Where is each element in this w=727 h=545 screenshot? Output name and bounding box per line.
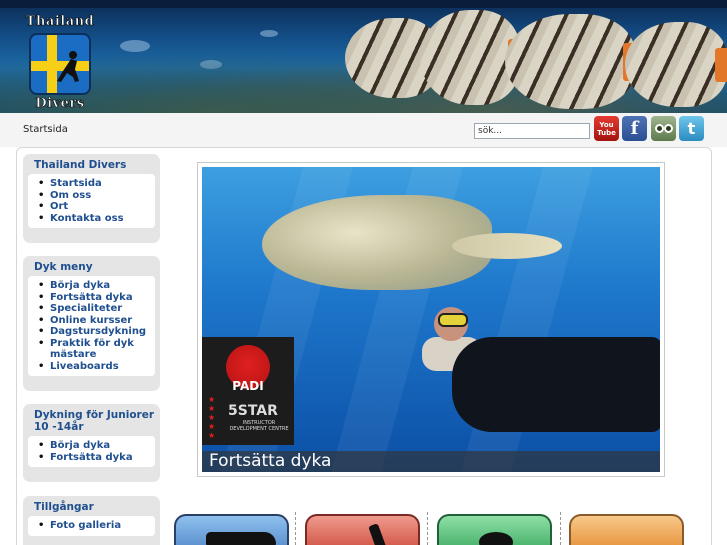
star-icons: ★ ★ ★ ★ ★ — [208, 395, 216, 440]
sidebar-box-tillgangar: Tillgångar Foto galleria — [23, 496, 160, 545]
butterflyfish-icon — [505, 14, 641, 109]
caption-bar: Fortsätta dyka — [202, 451, 660, 472]
hero-image[interactable]: PADI ★ ★ ★ ★ ★ 5STAR INSTRUCTOR DEVELOPMENT … — [202, 167, 660, 472]
divider — [560, 512, 561, 545]
header-banner: Thailand Divers — [0, 0, 727, 113]
sidebar-item-fortsatta-dyka[interactable]: Fortsätta dyka — [38, 292, 149, 304]
twitter-icon[interactable]: t — [679, 116, 704, 141]
sidebar-item-ort[interactable]: Ort — [38, 201, 149, 213]
sidebar-item-foto-galleria[interactable]: Foto galleria — [38, 520, 149, 532]
sidebar-box-title: Dykning för Juniorer 10 -14år — [34, 409, 155, 433]
youtube-label: You Tube — [597, 120, 616, 137]
sidebar-item-dagstursdykning[interactable]: Dagstursdykning — [38, 326, 149, 338]
sidebar-box-dyk-meny: Dyk meny Börja dyka Fortsätta dyka Speci… — [23, 256, 160, 391]
facebook-label: f — [630, 118, 639, 139]
breadcrumb[interactable]: Startsida — [23, 124, 68, 135]
site-logo[interactable]: Thailand Divers — [18, 14, 102, 112]
youtube-icon[interactable]: You Tube — [594, 116, 619, 141]
snorkel-icon — [368, 523, 388, 545]
sidebar-item-specialiteter[interactable]: Specialiteter — [38, 303, 149, 315]
background-fish-icon — [260, 30, 278, 37]
search-input[interactable] — [474, 123, 590, 139]
sidebar-item-startsida[interactable]: Startsida — [38, 178, 149, 190]
facebook-icon[interactable]: f — [622, 116, 647, 141]
swedish-flag-icon — [29, 33, 91, 95]
divider — [427, 512, 428, 545]
sidebar-box-title: Tillgångar — [34, 501, 94, 513]
sidebar-menu: Börja dyka Fortsätta dyka Specialiteter … — [28, 276, 155, 376]
logo-top-text: Thailand — [25, 14, 95, 30]
sidebar-item-online-kursser[interactable]: Online kursser — [38, 315, 149, 327]
sidebar-item-junior-fortsatta-dyka[interactable]: Fortsätta dyka — [38, 452, 149, 464]
feature-tile-snorkel[interactable] — [305, 514, 420, 545]
scuba-diver-image — [422, 297, 660, 472]
turtle-icon — [479, 532, 513, 545]
cuttlefish-image — [262, 195, 562, 290]
sidebar-item-junior-borja-dyka[interactable]: Börja dyka — [38, 440, 149, 452]
feature-tile-orange[interactable] — [569, 514, 684, 545]
padi-brand: PADI — [232, 379, 264, 393]
sidebar-box-title: Thailand Divers — [34, 159, 127, 171]
hero-caption[interactable]: Fortsätta dyka — [209, 451, 331, 472]
sidebar-box-juniorer: Dykning för Juniorer 10 -14år Börja dyka… — [23, 404, 160, 482]
logo-bottom-text: Divers — [35, 96, 85, 112]
padi-subtitle: INSTRUCTOR DEVELOPMENT CENTRE — [229, 420, 289, 432]
sidebar-box-title: Dyk meny — [34, 261, 93, 273]
diver-silhouette-icon — [206, 532, 276, 545]
sidebar-item-om-oss[interactable]: Om oss — [38, 190, 149, 202]
sidebar-item-liveaboards[interactable]: Liveaboards — [38, 361, 149, 373]
nav-row: Startsida You Tube f t — [0, 113, 727, 147]
sidebar-box-thailand-divers: Thailand Divers Startsida Om oss Ort Kon… — [23, 154, 160, 243]
tripadvisor-icon[interactable] — [651, 116, 676, 141]
divider — [295, 512, 296, 545]
butterflyfish-icon — [625, 22, 727, 107]
feature-tile-turtle[interactable] — [437, 514, 552, 545]
sidebar-item-kontakta-oss[interactable]: Kontakta oss — [38, 213, 149, 225]
padi-badge: PADI ★ ★ ★ ★ ★ 5STAR INSTRUCTOR DEVELOPMENT … — [202, 337, 294, 445]
sidebar-menu: Startsida Om oss Ort Kontakta oss — [28, 174, 155, 228]
sidebar-menu: Foto galleria — [28, 516, 155, 536]
sidebar-menu: Börja dyka Fortsätta dyka — [28, 436, 155, 467]
diver-icon — [57, 51, 79, 82]
hero-slideshow[interactable]: PADI ★ ★ ★ ★ ★ 5STAR INSTRUCTOR DEVELOPMENT … — [197, 162, 665, 477]
sidebar-item-praktik[interactable]: Praktik för dyk mästare — [38, 338, 149, 361]
feature-tile-diving[interactable] — [174, 514, 289, 545]
sidebar-item-borja-dyka[interactable]: Börja dyka — [38, 280, 149, 292]
twitter-label: t — [687, 119, 696, 138]
top-bar — [0, 0, 727, 8]
padi-rating: 5STAR — [228, 403, 278, 419]
